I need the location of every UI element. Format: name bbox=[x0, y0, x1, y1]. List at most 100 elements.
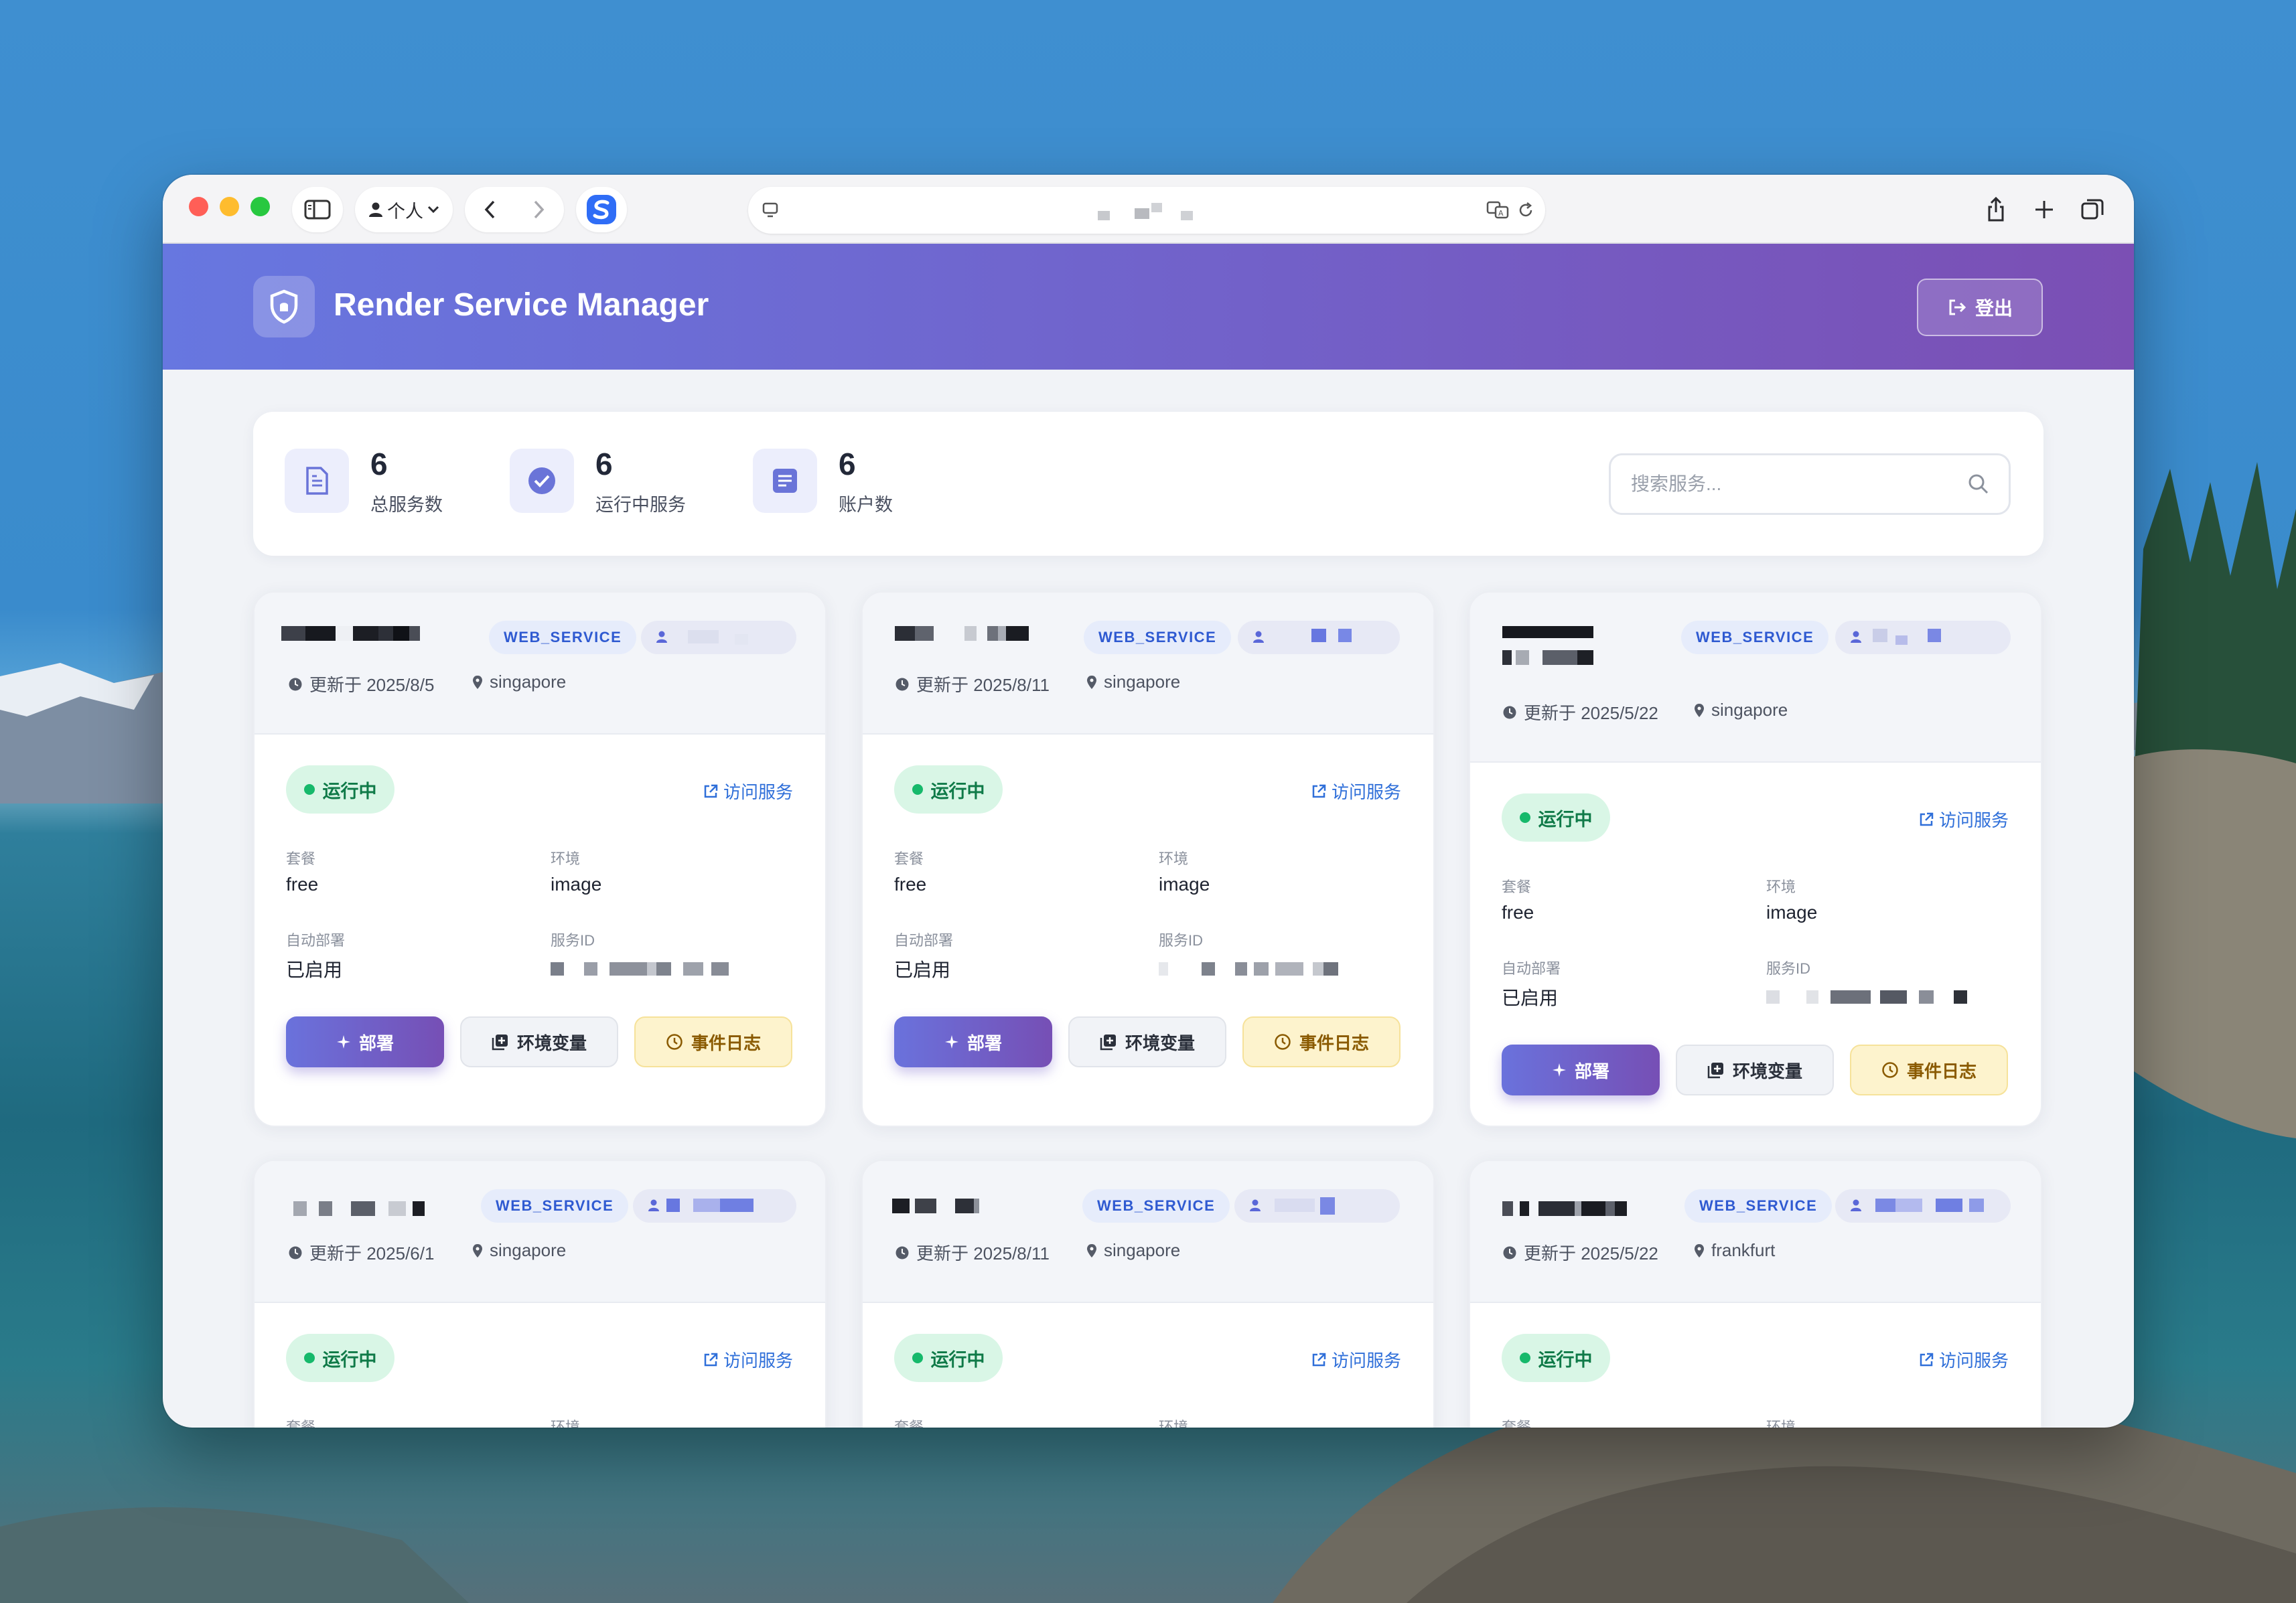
deploy-label: 部署 bbox=[966, 1033, 1002, 1053]
back-button[interactable] bbox=[465, 200, 514, 220]
chevron-left-icon bbox=[484, 200, 495, 219]
visit-label: 访问服务 bbox=[1938, 810, 2009, 830]
deploy-button[interactable]: 部署 bbox=[1502, 1045, 1660, 1095]
region-text: singapore bbox=[1104, 672, 1181, 692]
svg-text:A: A bbox=[1498, 209, 1504, 218]
clock-icon bbox=[1503, 1246, 1516, 1259]
visit-service-link[interactable]: 访问服务 bbox=[1311, 1347, 1401, 1372]
history-nav bbox=[465, 187, 564, 232]
visit-service-link[interactable]: 访问服务 bbox=[703, 779, 793, 804]
visit-service-link[interactable]: 访问服务 bbox=[1311, 779, 1401, 804]
env-vars-button[interactable]: 环境变量 bbox=[1676, 1045, 1834, 1095]
status-dot bbox=[1519, 812, 1530, 823]
external-link-icon bbox=[1312, 784, 1326, 797]
updated-text: 更新于 2025/8/5 bbox=[309, 675, 435, 695]
status-text: 运行中 bbox=[322, 1349, 377, 1370]
forward-button[interactable] bbox=[514, 200, 564, 220]
person-icon bbox=[1253, 631, 1264, 643]
sparkle-icon bbox=[336, 1035, 350, 1049]
plan-label: 套餐 bbox=[894, 850, 924, 867]
stats-panel: 6 总服务数 6 运行中服务 6 账户数 bbox=[253, 412, 2043, 556]
external-link-icon bbox=[1920, 1353, 1934, 1366]
location-pin-icon bbox=[1695, 703, 1704, 717]
service-region: frankfurt bbox=[1694, 1240, 1775, 1261]
env-label: 环境 bbox=[551, 1419, 581, 1428]
search-field[interactable] bbox=[1609, 453, 2011, 515]
reload-icon[interactable] bbox=[1517, 202, 1534, 219]
zoom-window-button[interactable] bbox=[250, 197, 270, 216]
extension-s-icon bbox=[587, 195, 616, 224]
event-log-button[interactable]: 事件日志 bbox=[1850, 1045, 2008, 1095]
logout-button[interactable]: 登出 bbox=[1917, 279, 2043, 336]
share-button[interactable] bbox=[1975, 187, 2017, 232]
service-card: WEB_SERVICE 更新于 2025/6/1 singapore 运行中 访… bbox=[253, 1160, 827, 1428]
service-region: singapore bbox=[1086, 1240, 1180, 1261]
service-name-redacted bbox=[892, 1199, 979, 1213]
env-vars-label: 环境变量 bbox=[1732, 1061, 1802, 1081]
env-vars-button[interactable]: 环境变量 bbox=[460, 1016, 618, 1067]
service-region: singapore bbox=[1086, 672, 1180, 692]
search-input[interactable] bbox=[1631, 467, 1952, 501]
location-pin-icon bbox=[473, 675, 482, 689]
account-badge bbox=[1238, 621, 1400, 654]
profile-selector[interactable]: 个人 bbox=[355, 187, 453, 232]
account-badge bbox=[1234, 1189, 1400, 1223]
visit-service-link[interactable]: 访问服务 bbox=[703, 1347, 793, 1372]
close-window-button[interactable] bbox=[189, 197, 208, 216]
address-bar[interactable]: A bbox=[748, 187, 1545, 234]
external-link-icon bbox=[704, 1353, 718, 1366]
stat-label: 运行中服务 bbox=[595, 495, 686, 515]
service-updated: 更新于 2025/8/11 bbox=[895, 1240, 1050, 1265]
updated-text: 更新于 2025/5/22 bbox=[1524, 703, 1658, 723]
region-text: frankfurt bbox=[1711, 1240, 1776, 1260]
service-type-badge: WEB_SERVICE bbox=[1084, 621, 1232, 654]
env-vars-button[interactable]: 环境变量 bbox=[1068, 1016, 1226, 1067]
browser-window: 个人 A Render Service Manager 登出 6 总服务数 6 … bbox=[163, 175, 2134, 1428]
env-label: 环境 bbox=[1766, 1419, 1796, 1428]
stat-label: 总服务数 bbox=[370, 495, 443, 515]
clock-icon bbox=[895, 678, 909, 690]
visit-label: 访问服务 bbox=[1938, 1351, 2009, 1371]
deploy-button[interactable]: 部署 bbox=[894, 1016, 1052, 1067]
status-badge: 运行中 bbox=[1502, 793, 1610, 842]
status-text: 运行中 bbox=[322, 781, 377, 802]
service-card-header: WEB_SERVICE 更新于 2025/8/5 singapore bbox=[255, 593, 825, 735]
account-badge bbox=[1835, 621, 2011, 654]
plan-value: free bbox=[894, 874, 927, 895]
env-vars-label: 环境变量 bbox=[1125, 1033, 1195, 1053]
event-log-button[interactable]: 事件日志 bbox=[634, 1016, 792, 1067]
status-dot bbox=[303, 1353, 315, 1363]
service-id-redacted bbox=[1766, 990, 1967, 1004]
status-badge: 运行中 bbox=[1502, 1334, 1610, 1382]
person-icon bbox=[1250, 1199, 1261, 1211]
url-redacted bbox=[1098, 203, 1197, 222]
event-log-button[interactable]: 事件日志 bbox=[1242, 1016, 1401, 1067]
service-card: WEB_SERVICE 更新于 2025/8/5 singapore 运行中 访… bbox=[253, 591, 827, 1127]
search-icon[interactable] bbox=[1967, 473, 1990, 495]
auto-deploy-label: 自动部署 bbox=[1502, 960, 1561, 977]
status-text: 运行中 bbox=[930, 781, 985, 802]
clock-icon bbox=[1503, 706, 1516, 718]
visit-service-link[interactable]: 访问服务 bbox=[1919, 1347, 2009, 1372]
updated-text: 更新于 2025/5/22 bbox=[1524, 1243, 1658, 1264]
tab-overview-button[interactable] bbox=[2072, 187, 2113, 232]
main-content: 6 总服务数 6 运行中服务 6 账户数 搜索服务... WEB_SERVICE… bbox=[163, 370, 2134, 1428]
add-box-icon bbox=[1707, 1063, 1723, 1079]
new-tab-button[interactable] bbox=[2023, 187, 2065, 232]
service-type-badge: WEB_SERVICE bbox=[481, 1189, 629, 1223]
service-type-badge: WEB_SERVICE bbox=[1082, 1189, 1230, 1223]
service-updated: 更新于 2025/5/22 bbox=[1502, 1240, 1658, 1265]
service-name-redacted-line2 bbox=[1502, 650, 1593, 665]
deploy-button[interactable]: 部署 bbox=[286, 1016, 444, 1067]
visit-service-link[interactable]: 访问服务 bbox=[1919, 807, 2009, 832]
translate-icon[interactable]: A bbox=[1486, 200, 1510, 220]
extension-button[interactable] bbox=[576, 187, 627, 232]
app-title: Render Service Manager bbox=[334, 287, 709, 323]
minimize-window-button[interactable] bbox=[220, 197, 239, 216]
service-updated: 更新于 2025/8/5 bbox=[288, 672, 434, 696]
sidebar-icon bbox=[304, 200, 331, 220]
page-menu-icon bbox=[762, 202, 778, 218]
service-name-redacted bbox=[293, 1201, 425, 1216]
status-dot bbox=[1519, 1353, 1530, 1363]
sidebar-toggle-button[interactable] bbox=[292, 187, 343, 232]
